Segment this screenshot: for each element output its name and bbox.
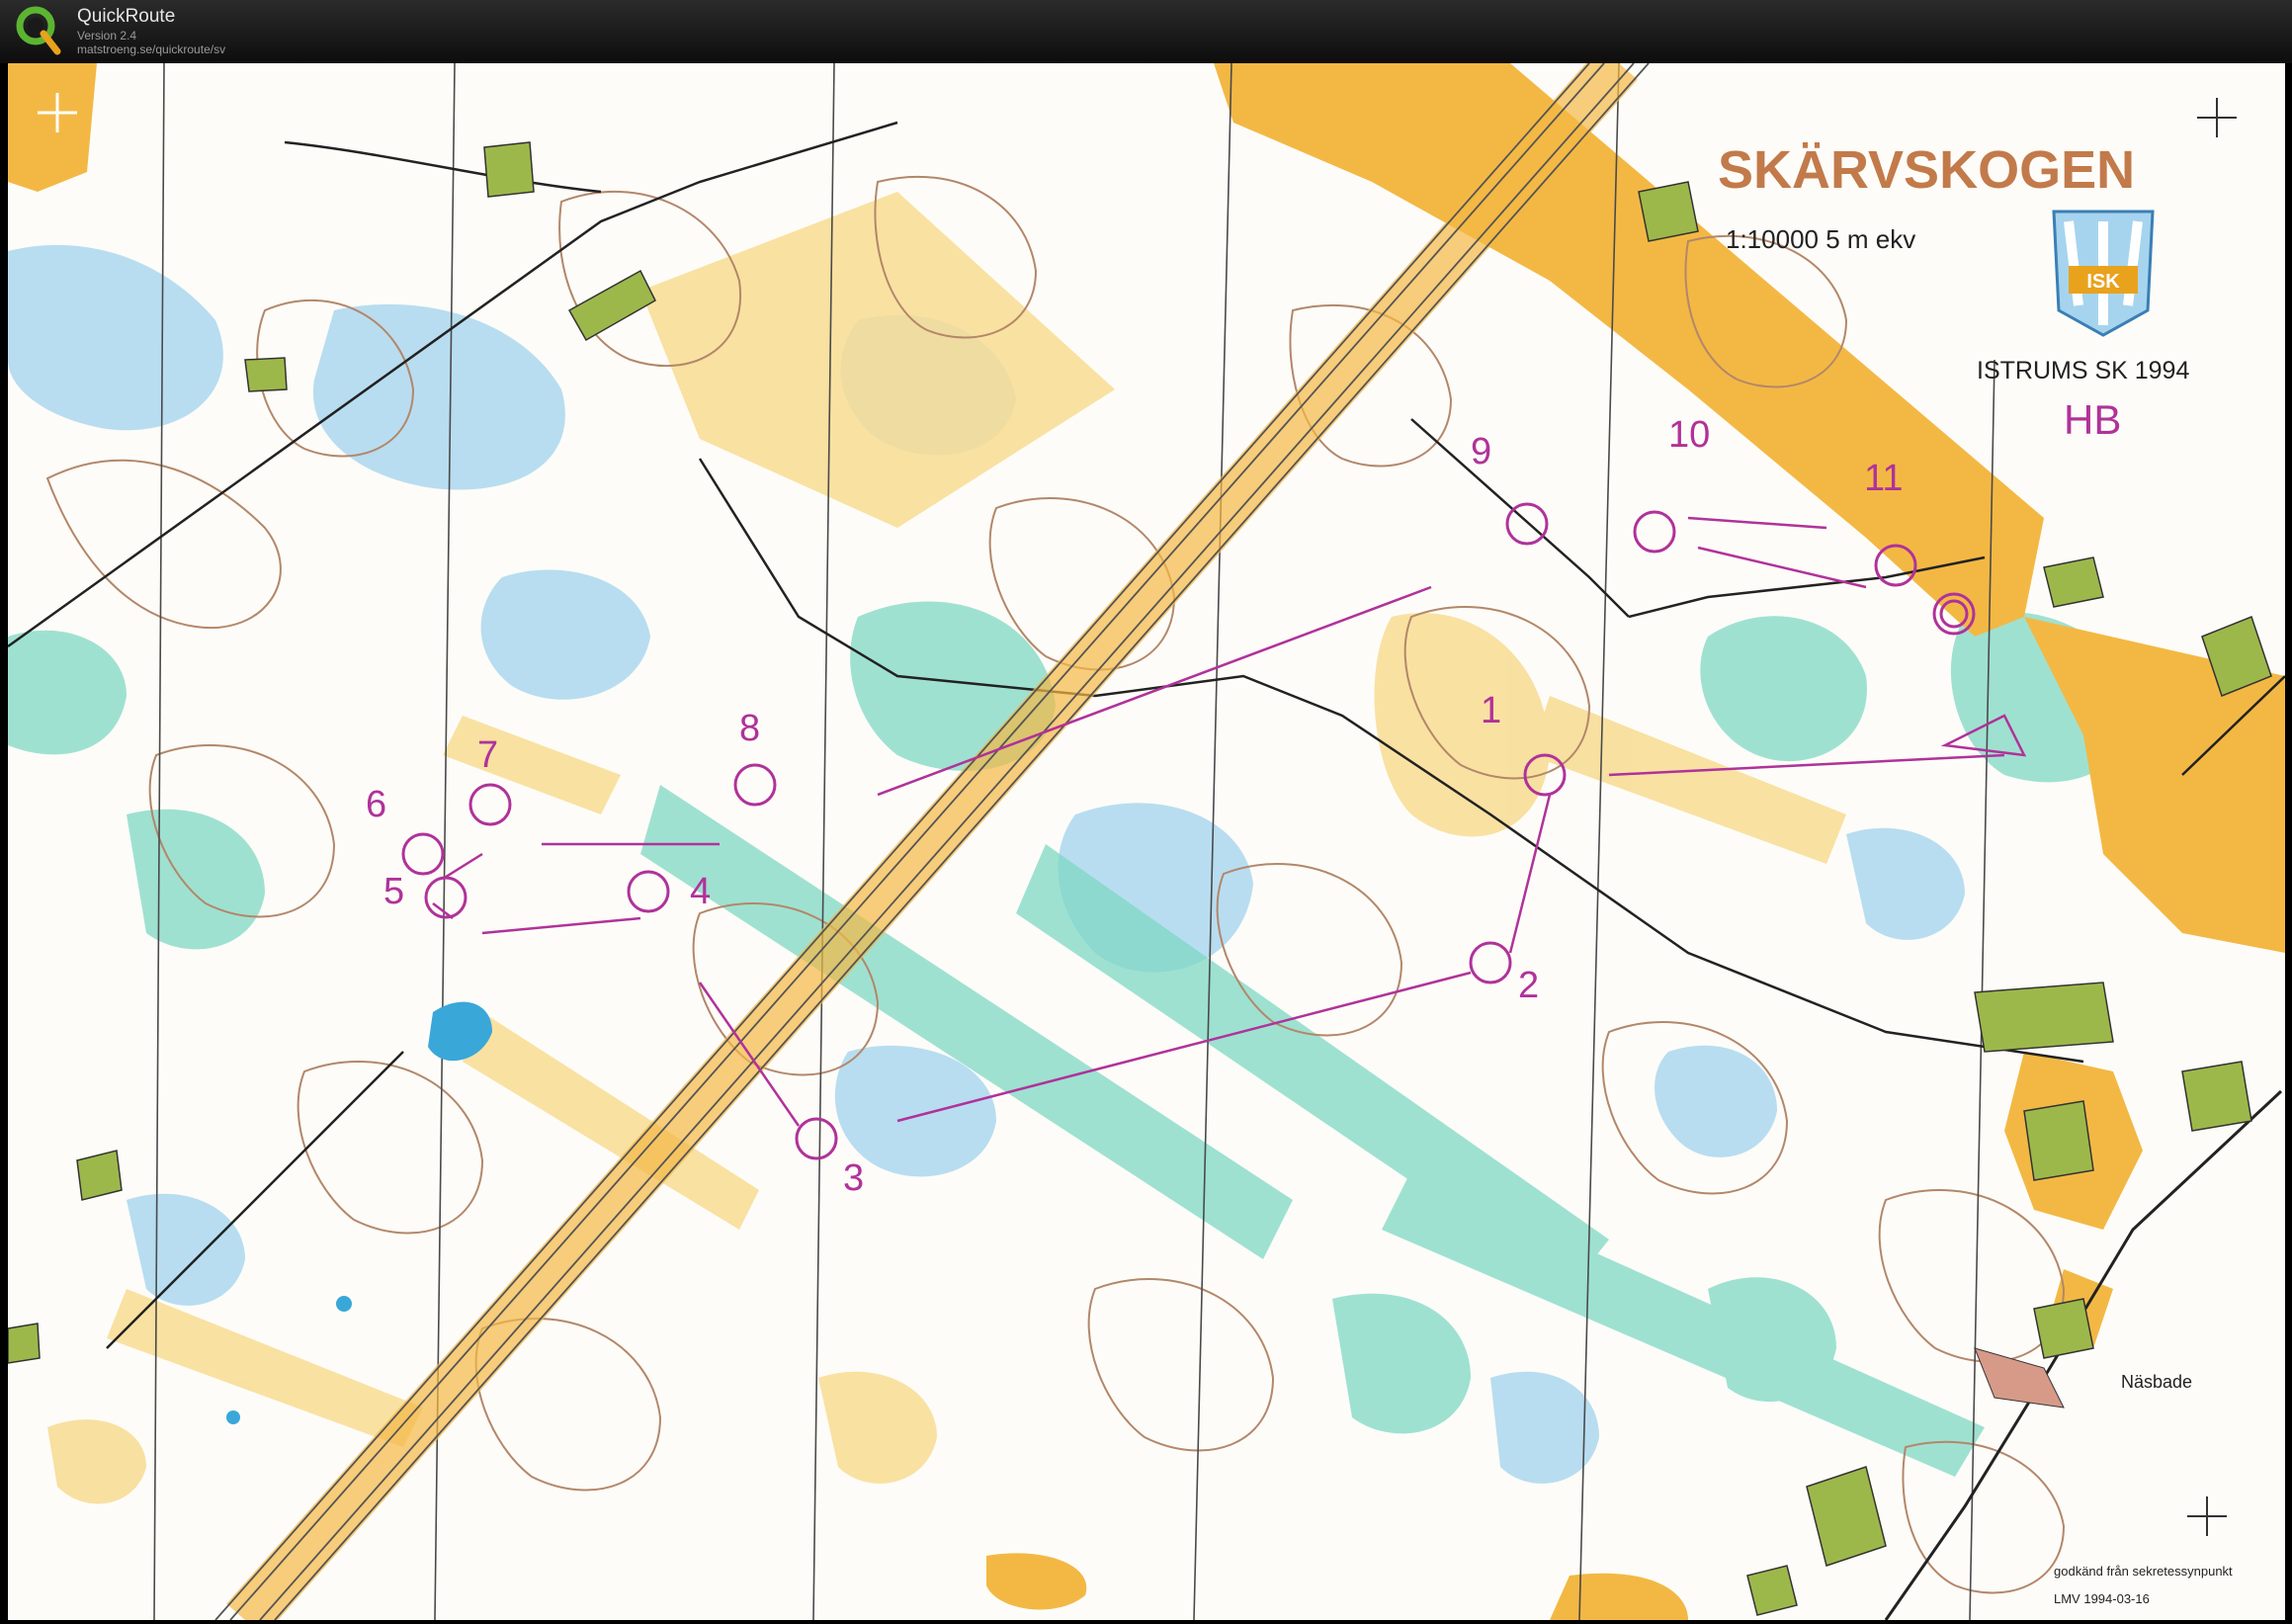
- map-canvas[interactable]: 1 2 3 4 5 6 7 8 9 10 11 SKÄRVSKOGEN 1:10…: [8, 63, 2285, 1620]
- control-number-8: 8: [739, 708, 760, 749]
- control-number-7: 7: [477, 734, 498, 776]
- club-logo: ISK: [2052, 210, 2155, 337]
- control-number-6: 6: [366, 784, 386, 825]
- app-version: Version 2.4: [77, 29, 137, 43]
- place-name: Näsbade: [2121, 1372, 2192, 1392]
- control-number-1: 1: [1481, 690, 1501, 731]
- map-scale: 1:10000 5 m ekv: [1726, 224, 1915, 254]
- club-logo-text: ISK: [2086, 271, 2120, 293]
- control-number-11: 11: [1864, 458, 1903, 499]
- control-number-4: 4: [690, 871, 711, 912]
- control-number-9: 9: [1471, 431, 1491, 472]
- club-name: ISTRUMS SK 1994: [1977, 357, 2189, 385]
- map-title: SKÄRVSKOGEN: [1718, 140, 2135, 200]
- approval-note: godkänd från sekretessynpunkt: [2054, 1564, 2233, 1579]
- quickroute-logo-icon: [16, 6, 61, 55]
- app-name: QuickRoute: [77, 6, 176, 27]
- control-number-2: 2: [1518, 965, 1539, 1006]
- runner-initials: HB: [2064, 396, 2121, 443]
- control-number-5: 5: [383, 871, 404, 912]
- app-title-bar: QuickRoute Version 2.4 matstroeng.se/qui…: [0, 0, 2292, 63]
- control-number-10: 10: [1668, 414, 1710, 456]
- orienteering-map[interactable]: 1 2 3 4 5 6 7 8 9 10 11 SKÄRVSKOGEN 1:10…: [8, 63, 2285, 1620]
- approval-reference: LMV 1994-03-16: [2054, 1591, 2150, 1606]
- control-number-3: 3: [843, 1157, 864, 1199]
- app-url[interactable]: matstroeng.se/quickroute/sv: [77, 43, 225, 56]
